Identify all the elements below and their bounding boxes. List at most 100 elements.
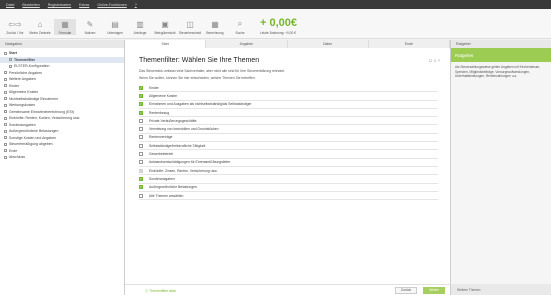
receipts-button[interactable]: ▣ Belegübersicht — [154, 19, 176, 36]
topic-checkbox[interactable] — [139, 135, 143, 140]
search-button[interactable]: ⌕ Suche — [229, 19, 251, 35]
menu-item-bearbeiten[interactable]: Bearbeiten — [22, 3, 39, 7]
help-footer[interactable]: Weitere Themen — [451, 284, 551, 295]
tree-node-icon — [9, 64, 12, 68]
next-button[interactable]: Weiter — [423, 286, 445, 294]
menu-item-help[interactable]: ? — [135, 3, 137, 7]
tree-node-icon — [4, 136, 7, 140]
topic-row[interactable]: ✓ Einnahmen und Ausgaben als nichtselbsts… — [139, 101, 438, 109]
topic-checkbox[interactable] — [139, 193, 143, 198]
menu-item-registerkarten[interactable]: Registerkarten — [48, 3, 71, 7]
refund-display: + 0,00€ Letzte Änderung: +0,00 € — [260, 17, 297, 35]
refund-amount: + 0,00€ — [260, 17, 298, 29]
topic-row[interactable]: Rentenverträge — [139, 134, 438, 143]
nav-item-label: Weitere Angaben — [9, 77, 36, 82]
nav-item-label: ELSTER-Konfiguration — [14, 64, 50, 69]
toolbar-label: Notizen — [84, 31, 96, 35]
tree-node-icon — [4, 116, 7, 120]
tree-node-icon — [4, 84, 7, 88]
topic-row[interactable]: Aufwandsentschädigungen für Ehrenamt/Übu… — [139, 159, 438, 167]
tree-node-icon — [9, 58, 12, 62]
topic-checkbox[interactable] — [139, 143, 143, 148]
menu-bar: Datei Bearbeiten Registerkarten Extras O… — [0, 0, 551, 9]
tree-node-icon — [4, 97, 7, 101]
title-actions-icon[interactable]: ☐ ⇩ ? — [429, 58, 440, 63]
help-text: Als Steuerzahlungsweise gelten Angaben m… — [455, 65, 541, 78]
page-title: Themenfilter: Wählen Sie Ihre Themen — [139, 57, 260, 64]
help-panel: Ratgeber Als Steuerzahlungsweise gelten … — [451, 48, 551, 295]
navigation-header: Navigation — [0, 40, 125, 48]
home-icon: ⌂ — [37, 19, 43, 29]
calculator-icon: ▦ — [211, 19, 219, 29]
tab-angaben[interactable]: Angaben — [206, 40, 288, 48]
topic-checkbox[interactable]: ✓ — [139, 176, 143, 181]
tab-start[interactable]: Start — [125, 40, 207, 48]
topic-label: Selbstständige/freiberufliche Tätigkeit — [149, 143, 206, 148]
topic-checkbox[interactable]: ✓ — [139, 168, 143, 173]
topic-checkbox[interactable]: ✓ — [139, 185, 143, 190]
topic-label: Alle Themen anwählen — [149, 193, 184, 198]
menu-item-datei[interactable]: Datei — [6, 3, 14, 7]
topic-checkbox[interactable] — [139, 127, 143, 132]
toolbar-label: Berechnung — [206, 31, 224, 35]
topic-checkbox[interactable]: ✓ — [139, 93, 143, 98]
topic-label: Vermietung von Immobilien und Grundstück… — [149, 127, 219, 132]
topic-label: Sonderausgaben — [149, 176, 175, 181]
topic-row[interactable]: Private Veräußerungsgeschäfte — [139, 117, 438, 126]
home-button[interactable]: ⌂ Meine Zentrale — [29, 19, 51, 36]
topic-checkbox[interactable]: ✓ — [139, 85, 143, 90]
topic-row[interactable]: Selbstständige/freiberufliche Tätigkeit — [139, 142, 438, 151]
topic-row[interactable]: Vermietung von Immobilien und Grundstück… — [139, 125, 438, 134]
back-button[interactable]: Zurück — [395, 286, 417, 294]
tree-node-icon — [4, 51, 7, 55]
filter-hint[interactable]: Ⓘ Themenfilter aktiv — [145, 288, 176, 293]
toolbar-label: Formular — [58, 31, 72, 35]
topic-label: Gewerbebetrieb — [149, 152, 174, 157]
notes-button[interactable]: ✎ Notizen — [79, 19, 101, 36]
topic-checkbox[interactable] — [139, 152, 143, 157]
topic-label: Private Veräußerungsgeschäfte — [149, 118, 197, 123]
toolbar-label: Steuerbescheid — [178, 31, 202, 35]
topic-checkbox[interactable]: ✓ — [139, 102, 143, 107]
toolbar-label: Zurück / Vor — [6, 31, 24, 35]
tab-daten[interactable]: Daten — [288, 40, 369, 48]
nav-item-label: Sonderausgaben — [9, 122, 36, 127]
documents-button[interactable]: ▤ Unterlagen — [104, 19, 126, 36]
tree-node-icon — [4, 123, 7, 127]
nav-item-label: Außergewöhnliche Belastungen — [9, 129, 59, 134]
topic-row[interactable]: ✓ Kinder — [139, 84, 438, 93]
topic-row[interactable]: ✓ Allgemeine Kosten — [139, 92, 438, 101]
topic-row[interactable]: Alle Themen anwählen — [139, 192, 438, 201]
toolbar-label: Unterlagen — [107, 31, 123, 35]
topic-row[interactable]: ✓ Sonderausgaben — [139, 175, 438, 184]
menu-item-extras[interactable]: Extras — [79, 3, 89, 7]
tree-node-icon — [4, 110, 7, 114]
topic-row[interactable]: ✓ Rentenbezug — [139, 109, 438, 118]
form-icon: ▦ — [61, 19, 69, 29]
calculation-button[interactable]: ▦ Berechnung — [204, 19, 226, 36]
topic-checkbox[interactable] — [139, 118, 143, 123]
form-button[interactable]: ▦ Formular — [54, 19, 76, 35]
topic-row[interactable]: ✓ Außergewöhnliche Belastungen — [139, 184, 438, 192]
topic-checkbox[interactable]: ✓ — [139, 110, 143, 115]
tree-node-icon — [4, 142, 7, 146]
search-icon: ⌕ — [237, 19, 243, 28]
attachments-button[interactable]: ▥ Anhänge — [129, 19, 151, 36]
menu-item-online[interactable]: Online-Funktionen — [97, 3, 126, 7]
topic-label: Einnahmen und Ausgaben als nichtselbstst… — [149, 102, 252, 107]
back-forward-button[interactable]: ⇦⇨ Zurück / Vor — [4, 19, 26, 36]
topic-label: Rentenbezug — [149, 110, 170, 115]
receipt-icon: ▣ — [161, 19, 169, 29]
nav-item[interactable]: Abschluss — [0, 154, 124, 161]
tab-ende[interactable]: Ende — [369, 40, 450, 48]
topic-row[interactable]: Gewerbebetrieb — [139, 150, 438, 159]
panel-headers: Navigation Start Angaben Daten Ende Ratg… — [0, 40, 551, 48]
tab-bar: Start Angaben Daten Ende — [125, 40, 451, 48]
bescheid-button[interactable]: ◫ Steuerbescheid — [178, 19, 202, 36]
topic-label: Einkünfte: Zinsen, Renten, Versicherung … — [149, 168, 218, 173]
topic-checkbox[interactable] — [139, 160, 143, 165]
topic-label: Außergewöhnliche Belastungen — [149, 185, 197, 190]
toolbar-label: Suche — [235, 31, 245, 35]
topic-row[interactable]: ✓ Einkünfte: Zinsen, Renten, Versicherung… — [139, 167, 438, 176]
app-window: Datei Bearbeiten Registerkarten Extras O… — [0, 0, 551, 295]
